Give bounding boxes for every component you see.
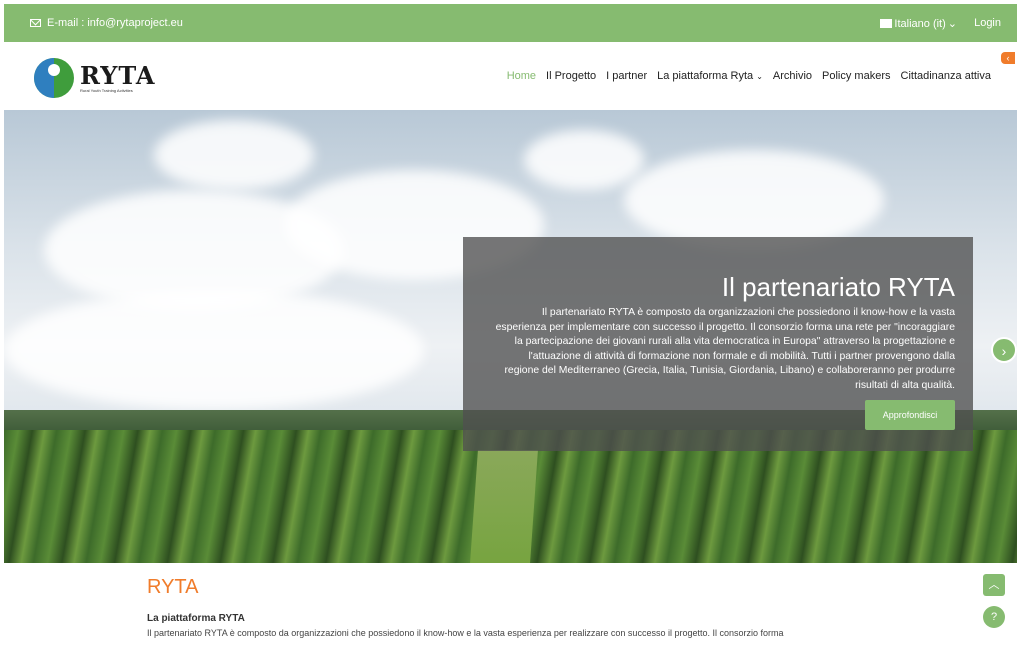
- hero-title: Il partenariato RYTA: [721, 272, 955, 302]
- hero-caption: Il partenariato RYTA Il partenariato RYT…: [463, 237, 973, 451]
- section-title: RYTA: [147, 576, 199, 598]
- nav-item-policy-makers[interactable]: Policy makers: [822, 70, 890, 82]
- hero-slider: Il partenariato RYTA Il partenariato RYT…: [4, 110, 1017, 563]
- flag-icon: [880, 19, 893, 28]
- chevron-right-icon: ›: [1001, 343, 1007, 359]
- site-logo[interactable]: RYTA Rural Youth Training Activities: [34, 58, 156, 98]
- slider-next-button[interactable]: ›: [991, 337, 1017, 363]
- nav-item-piattaforma[interactable]: La piattaforma Ryta ⌄: [657, 70, 763, 82]
- scroll-to-top-button[interactable]: ︿: [983, 574, 1005, 596]
- section-subtitle: La piattaforma RYTA: [147, 613, 245, 624]
- email-contact[interactable]: E-mail : info@rytaproject.eu: [30, 17, 183, 29]
- section-body: Il partenariato RYTA è composto da organ…: [147, 628, 784, 638]
- main-nav: Home Il Progetto I partner La piattaform…: [507, 70, 991, 82]
- top-bar: E-mail : info@rytaproject.eu Italiano (i…: [4, 4, 1017, 42]
- language-label: Italiano (it): [894, 17, 946, 30]
- nav-item-i-partner[interactable]: I partner: [606, 70, 647, 82]
- language-selector[interactable]: Italiano (it) ⌄: [880, 17, 957, 30]
- intro-section: RYTA La piattaforma RYTA Il partenariato…: [147, 576, 977, 638]
- login-link[interactable]: Login: [974, 17, 1001, 29]
- chevron-up-icon: ︿: [988, 579, 1000, 591]
- chevron-down-icon: ⌄: [756, 72, 763, 81]
- hero-text: Il partenariato RYTA è composto da organ…: [495, 307, 955, 391]
- chevron-left-icon: ‹: [1006, 53, 1010, 63]
- question-icon: ?: [990, 611, 998, 623]
- email-text: E-mail : info@rytaproject.eu: [47, 17, 183, 29]
- nav-item-il-progetto[interactable]: Il Progetto: [546, 70, 596, 82]
- chevron-down-icon: ⌄: [947, 18, 957, 30]
- nav-item-home[interactable]: Home: [507, 70, 536, 82]
- nav-item-archivio[interactable]: Archivio: [773, 70, 812, 82]
- nav-item-cittadinanza[interactable]: Cittadinanza attiva: [901, 70, 992, 82]
- mail-icon: [30, 19, 41, 27]
- site-header: RYTA Rural Youth Training Activities Hom…: [4, 42, 1017, 110]
- approfondisci-button[interactable]: Approfondisci: [865, 400, 955, 430]
- side-panel-toggle[interactable]: ‹: [1001, 52, 1015, 64]
- logo-name: RYTA: [80, 60, 156, 90]
- help-button[interactable]: ?: [983, 606, 1005, 628]
- nav-item-piattaforma-label: La piattaforma Ryta: [657, 70, 754, 82]
- logo-icon: [34, 58, 74, 98]
